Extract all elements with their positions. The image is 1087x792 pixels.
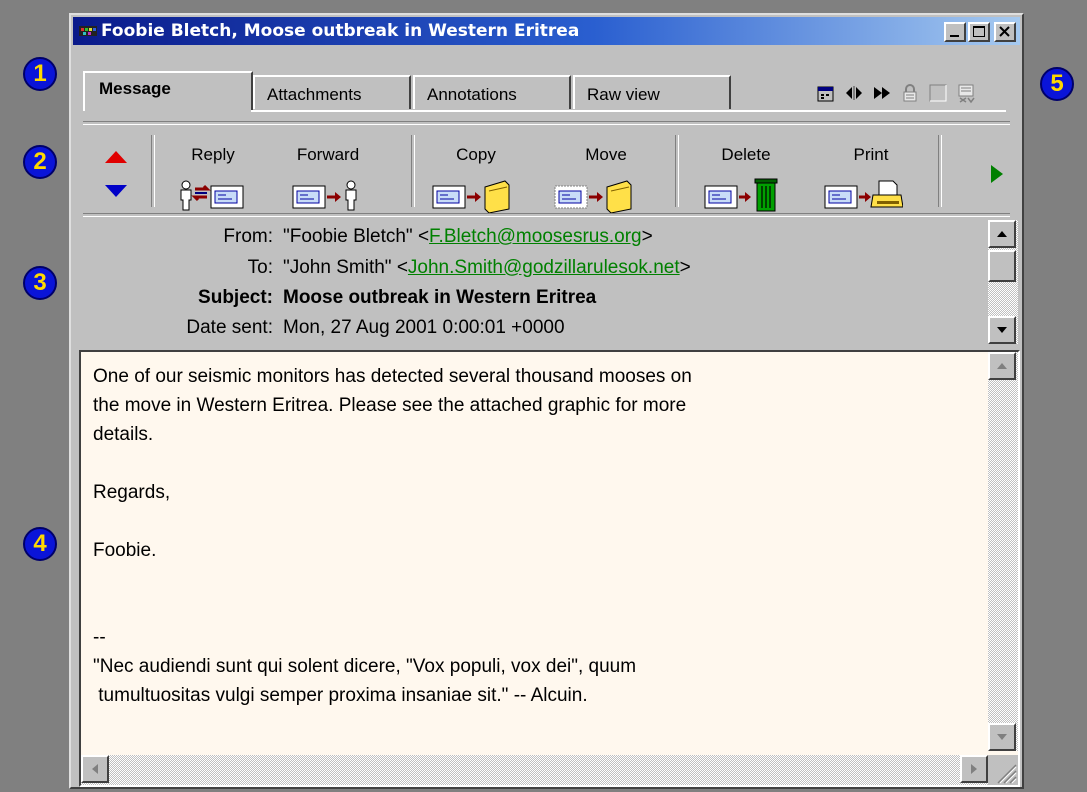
from-value: "Foobie Bletch" <F.Bletch@moosesrus.org> (283, 226, 653, 248)
print-label: Print (853, 145, 889, 164)
minimize-icon (950, 35, 959, 37)
tab-attachments[interactable]: Attachments (253, 75, 411, 109)
to-tail: > (679, 257, 691, 278)
to-email-link[interactable]: John.Smith@godzillarulesok.net (408, 257, 680, 278)
delete-label: Delete (721, 145, 771, 164)
callout-5: 5 (1040, 67, 1074, 101)
body-scroll-right-button[interactable] (960, 755, 988, 783)
scroll-up-icon (997, 363, 1007, 369)
callout-1: 1 (23, 57, 57, 91)
title-bar[interactable]: Foobie Bletch, Moose outbreak in Western… (73, 17, 1020, 45)
maximize-button[interactable] (968, 22, 990, 42)
header-scroll-down-button[interactable] (988, 316, 1016, 344)
subject-value: Moose outbreak in Western Eritrea (283, 287, 597, 308)
to-label: To: (247, 257, 273, 278)
copy-icon (432, 180, 510, 213)
fast-forward-icon[interactable] (871, 82, 893, 104)
body-horizontal-scrollbar[interactable] (81, 755, 988, 785)
body-vertical-scrollbar[interactable] (988, 352, 1018, 751)
reply-label: Reply (191, 145, 235, 164)
toolbar-separator (675, 135, 679, 207)
checkbox-icon[interactable] (927, 82, 949, 104)
copy-button[interactable]: Copy (423, 125, 533, 215)
forward-label: Forward (296, 145, 360, 164)
from-label: From: (223, 226, 273, 247)
toolbar-separator (151, 135, 155, 207)
message-body-text: One of our seismic monitors has detected… (93, 366, 692, 706)
window-title: Foobie Bletch, Moose outbreak in Western… (101, 21, 580, 41)
scroll-up-icon (997, 231, 1007, 237)
delete-button[interactable]: Delete (691, 125, 801, 215)
date-label: Date sent: (186, 317, 273, 338)
move-button[interactable]: Move (543, 125, 653, 215)
from-tail: > (641, 226, 653, 247)
from-email-link[interactable]: F.Bletch@moosesrus.org (429, 226, 642, 247)
scroll-right-icon (971, 764, 977, 774)
move-label: Move (585, 145, 627, 164)
arrow-up-icon[interactable] (103, 149, 129, 165)
close-icon (999, 26, 1010, 37)
minimize-button[interactable] (944, 22, 966, 42)
callout-3: 3 (23, 266, 57, 300)
close-button[interactable] (994, 22, 1016, 42)
body-scroll-up-button[interactable] (988, 352, 1016, 380)
toolbar-separator (938, 135, 942, 207)
print-icon (824, 180, 903, 209)
signature-icon[interactable] (955, 82, 977, 104)
lock-icon[interactable] (899, 82, 921, 104)
date-value: Mon, 27 Aug 2001 0:00:01 +0000 (283, 317, 565, 338)
print-button[interactable]: Print (811, 125, 921, 215)
scroll-down-icon (997, 327, 1007, 333)
callout-2: 2 (23, 145, 57, 179)
reply-button[interactable]: Reply (163, 125, 263, 215)
delete-icon (704, 178, 778, 212)
message-body[interactable]: One of our seismic monitors has detected… (79, 350, 1020, 787)
tab-underline (251, 110, 1006, 112)
header-scroll-thumb[interactable] (988, 250, 1016, 282)
forward-button[interactable]: Forward (273, 125, 373, 215)
reply-icon (180, 180, 244, 211)
copy-label: Copy (456, 145, 496, 164)
to-name: "John Smith" < (283, 257, 408, 278)
from-name: "Foobie Bletch" < (283, 226, 430, 247)
callout-4: 4 (23, 527, 57, 561)
subject-label: Subject: (198, 287, 273, 308)
body-scroll-left-button[interactable] (81, 755, 109, 783)
left-right-icon[interactable] (843, 82, 865, 104)
forward-icon (292, 180, 357, 211)
tab-raw-view[interactable]: Raw view (573, 75, 731, 109)
toolbar: Reply Forward Copy Move Delete Print (83, 125, 1010, 215)
calendar-icon[interactable] (815, 82, 837, 104)
scroll-down-icon (997, 734, 1007, 740)
tab-annotations[interactable]: Annotations (413, 75, 571, 109)
to-value: "John Smith" <John.Smith@godzillarulesok… (283, 257, 691, 279)
header-scroll-up-button[interactable] (988, 220, 1016, 248)
tab-message[interactable]: Message (83, 71, 253, 111)
body-scroll-down-button[interactable] (988, 723, 1016, 751)
header-scrollbar[interactable] (988, 220, 1018, 344)
arrow-right-icon[interactable] (989, 163, 1005, 185)
toolbar-separator (411, 135, 415, 207)
maximize-icon (973, 26, 985, 37)
app-icon (79, 26, 97, 36)
message-header: From: "Foobie Bletch" <F.Bletch@moosesru… (83, 215, 988, 350)
message-window: Foobie Bletch, Moose outbreak in Western… (69, 13, 1024, 789)
scroll-left-icon (92, 764, 98, 774)
resize-grip-icon[interactable] (988, 755, 1018, 785)
move-icon (554, 180, 632, 213)
arrow-down-icon[interactable] (103, 183, 129, 199)
